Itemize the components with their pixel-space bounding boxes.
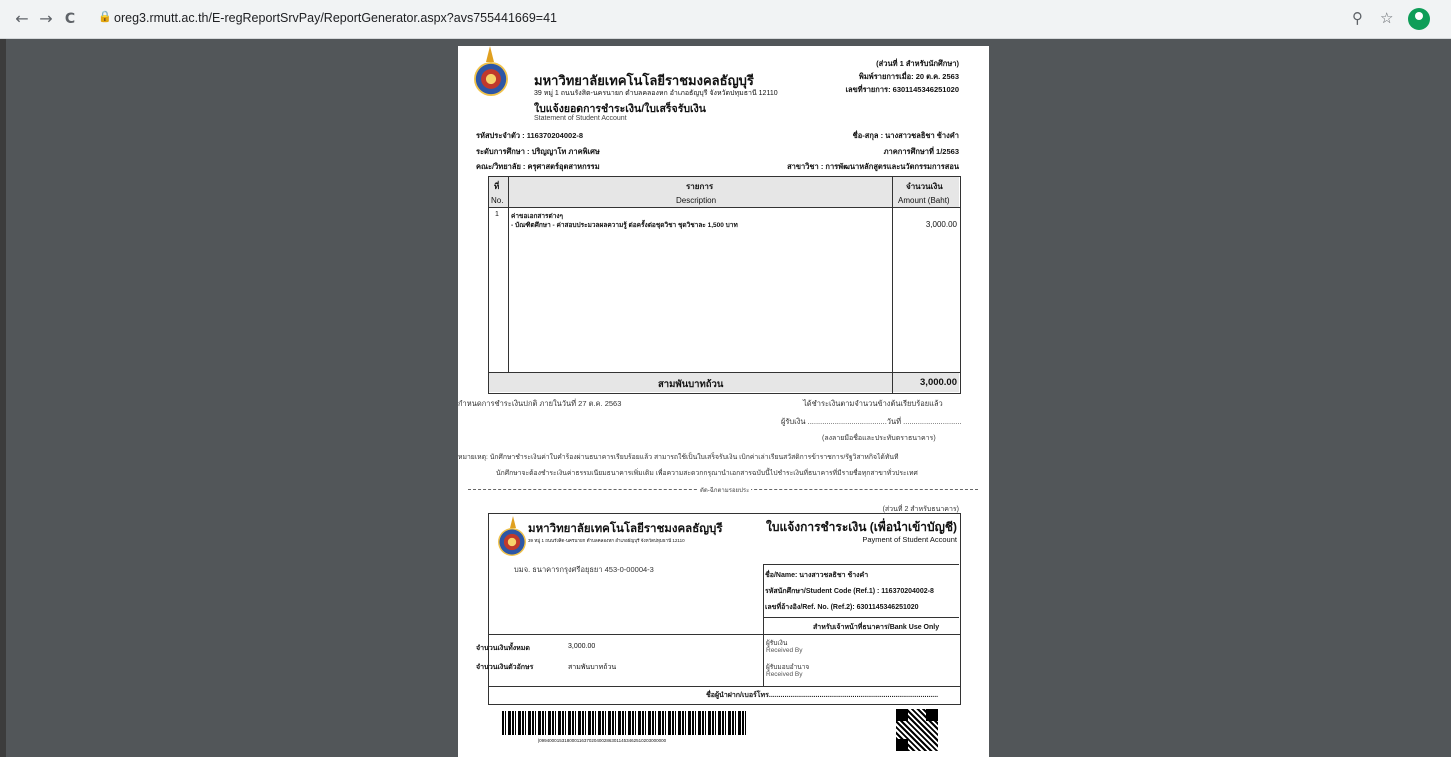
slip-address: 39 หมู่ 1 ถนนรังสิต-นครนายก ตำบลคลองหก อ…: [528, 538, 685, 543]
payment-qr-code: [896, 709, 938, 751]
col-divider-1: [508, 176, 509, 372]
bank-use-label: สำหรับเจ้าหน้าที่ธนาคาร/Bank Use Only: [813, 624, 940, 631]
col-amount-en: Amount (Baht): [898, 196, 950, 205]
url-text[interactable]: oreg3.rmutt.ac.th/E-regReportSrvPay/Repo…: [114, 11, 557, 25]
statement-page: มหาวิทยาลัยเทคโนโลยีราชมงคลธัญบุรี 39 หม…: [458, 46, 989, 757]
browser-toolbar: ← → C 🔒 oreg3.rmutt.ac.th/E-regReportSrv…: [0, 0, 1451, 39]
col-desc-en: Description: [676, 196, 717, 205]
item-no: 1: [495, 211, 499, 218]
statement-title-en: Statement of Student Account: [534, 115, 627, 122]
program: สาขาวิชา : การพัฒนาหลักสูตรและนวัตกรรมกา…: [787, 162, 959, 171]
slip-payer-divider: [488, 686, 960, 687]
remark-line-1: หมายเหตุ: นักศึกษาชำระเงินค่าใบคำร้องผ่า…: [458, 454, 899, 461]
amount-text-value: สามพันบาทถ้วน: [568, 664, 617, 671]
slip-bank-use-top: [763, 617, 959, 618]
col-desc-th: รายการ: [686, 182, 714, 191]
bank-account: บมจ. ธนาคารกรุงศรีอยุธยา 453-0-00004-3: [514, 565, 654, 574]
lock-icon: 🔒: [98, 10, 112, 23]
col-no-en: No.: [491, 196, 504, 205]
received-note: ได้ชำระเงินตามจำนวนข้างต้นเรียบร้อยแล้ว: [803, 399, 943, 408]
amount-label: จำนวนเงินทั้งหมด: [476, 645, 530, 652]
back-icon[interactable]: ←: [12, 9, 32, 29]
total-amount: 3,000.00: [920, 377, 957, 388]
bank-title-en: Payment of Student Account: [862, 535, 957, 544]
col-divider-2: [892, 176, 893, 393]
zoom-icon[interactable]: ⚲: [1352, 9, 1363, 27]
forward-icon[interactable]: →: [36, 9, 56, 29]
faculty: คณะ/วิทยาลัย : ครุศาสตร์อุตสาหกรรม: [476, 162, 600, 171]
total-text: สามพันบาทถ้วน: [658, 379, 724, 390]
payment-deadline: กำหนดการชำระเงินปกติ ภายในวันที่ 27 ต.ค.…: [458, 399, 622, 408]
barcode-number: |099400015318000116370204002863011453462…: [538, 738, 667, 743]
university-address: 39 หมู่ 1 ถนนรังสิต-นครนายก ตำบลคลองหก อ…: [534, 90, 778, 97]
slip-seal-icon: [498, 528, 526, 556]
university-seal-icon: [474, 62, 508, 96]
authorized-en: Received By: [766, 671, 803, 678]
slip-logo-spire: [510, 516, 516, 528]
header-divider: [488, 207, 960, 208]
item-line2: - บัณฑิตศึกษา - ค่าสอบประมวลผลความรู้ ต่…: [511, 222, 738, 229]
amount-value: 3,000.00: [568, 643, 596, 650]
part1-label: (ส่วนที่ 1 สำหรับนักศึกษา): [876, 59, 959, 68]
total-row-bg: [489, 373, 959, 392]
slip-student-code: รหัสนักศึกษา/Student Code (Ref.1) : 1163…: [765, 588, 934, 595]
received-by-en: Received By: [766, 647, 803, 654]
star-icon[interactable]: ☆: [1380, 9, 1393, 27]
remark-line-2: นักศึกษาจะต้องชำระเงินค่าธรรมเนียมธนาคาร…: [496, 470, 918, 477]
signature-note: (ลงลายมือชื่อและประทับตราธนาคาร): [822, 435, 936, 442]
slip-student-name: ชื่อ/Name: นางสาวชลธิชา ช้างคำ: [765, 572, 869, 579]
slip-ref-top: [763, 564, 959, 565]
amount-text-label: จำนวนเงินตัวอักษร: [476, 664, 534, 671]
university-logo-spire: [486, 46, 494, 62]
items-table: [488, 176, 961, 394]
slip-university-name: มหาวิทยาลัยเทคโนโลยีราชมงคลธัญบุรี: [528, 523, 723, 535]
profile-avatar[interactable]: [1408, 8, 1430, 30]
student-name: ชื่อ-สกุล : นางสาวชลธิชา ช้างคำ: [852, 131, 959, 140]
transaction-number: เลขที่รายการ: 6301145346251020: [845, 85, 959, 94]
items-table-header: [489, 177, 959, 207]
cut-here-label: ตัด-ฉีกตามรอยประ: [698, 485, 752, 495]
slip-vertical-divider: [763, 564, 764, 686]
receiver-signature-line: ผู้รับเงิน .............................…: [781, 417, 962, 426]
item-amount: 3,000.00: [925, 220, 957, 229]
viewer-left-edge: [0, 39, 6, 757]
col-amount-th: จำนวนเงิน: [906, 182, 943, 191]
slip-amount-divider: [488, 634, 960, 635]
student-id: รหัสประจำตัว : 116370204002-8: [476, 131, 584, 140]
reload-icon[interactable]: C: [60, 9, 80, 29]
academic-term: ภาคการศึกษาที่ 1/2563: [883, 147, 959, 156]
payer-line: ชื่อผู้นำฝาก/เบอร์โทร...................…: [706, 692, 939, 699]
slip-ref-number: เลขที่อ้างอิง/Ref. No. (Ref.2): 63011453…: [765, 604, 919, 611]
payment-barcode: [502, 711, 748, 735]
print-date: พิมพ์รายการเมื่อ: 20 ต.ค. 2563: [858, 72, 959, 81]
col-no-th: ที่: [494, 182, 500, 191]
education-level: ระดับการศึกษา : ปริญญาโท ภาคพิเศษ: [476, 147, 600, 156]
